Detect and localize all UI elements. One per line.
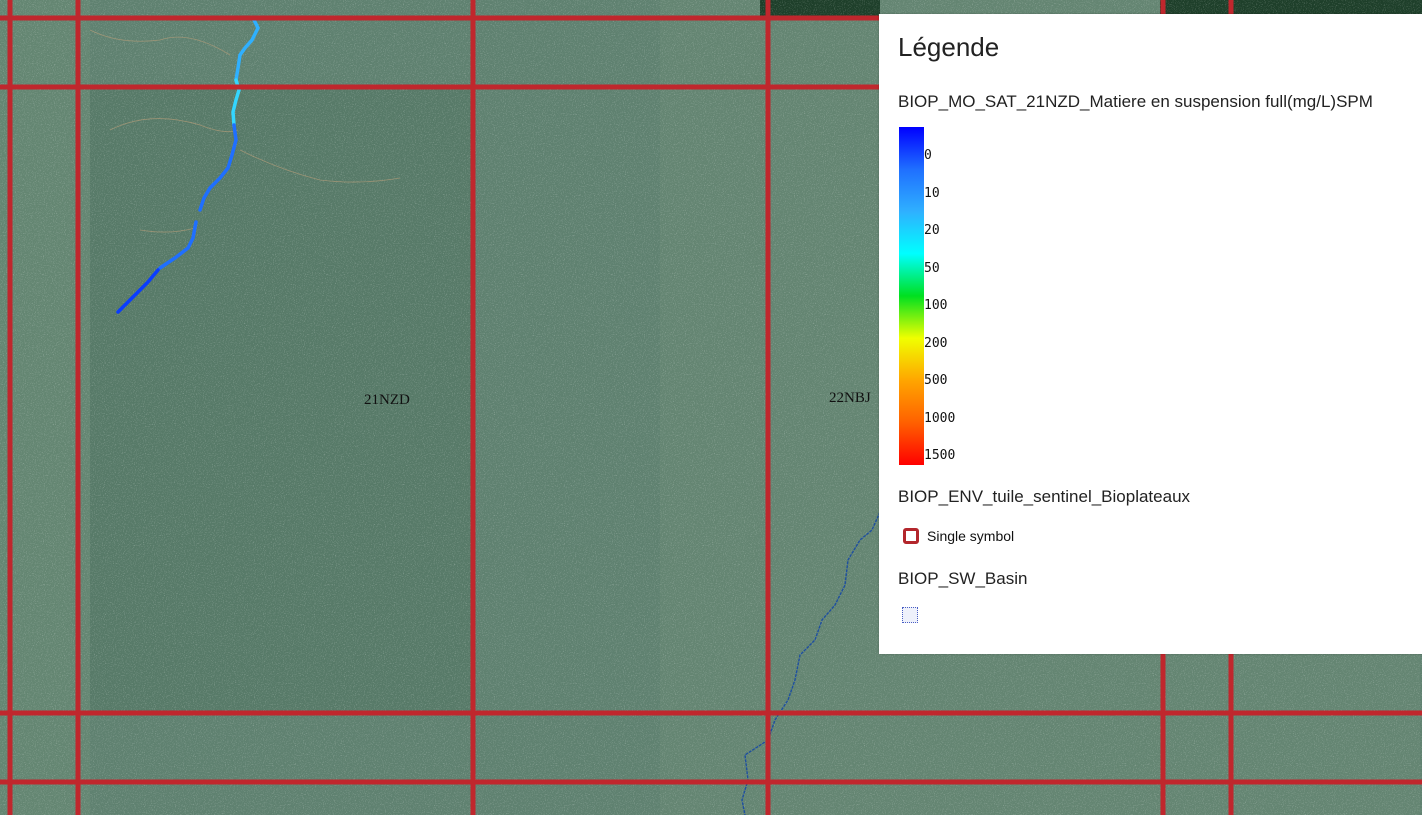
single-symbol-label: Single symbol: [927, 528, 1015, 544]
ramp-label: 500: [924, 373, 948, 388]
ramp-label: 10: [924, 186, 940, 201]
layer-name-sentinel-tiles: BIOP_ENV_tuile_sentinel_Bioplateaux: [898, 487, 1191, 506]
ramp-label: 1500: [924, 448, 956, 463]
legend-panel: Légende BIOP_MO_SAT_21NZD_Matiere en sus…: [879, 14, 1422, 654]
tile-label-21nzd: 21NZD: [364, 392, 410, 408]
layer-name-spm: BIOP_MO_SAT_21NZD_Matiere en suspension …: [898, 92, 1373, 111]
ramp-label: 200: [924, 336, 948, 351]
legend-title: Légende: [898, 32, 1000, 62]
ramp-label: 0: [924, 148, 932, 163]
ramp-label: 50: [924, 261, 940, 276]
ramp-label: 1000: [924, 411, 956, 426]
single-symbol-swatch: [903, 528, 919, 544]
spm-color-ramp: [899, 127, 924, 465]
ramp-label: 100: [924, 298, 948, 313]
tile-label-22nbj: 22NBJ: [829, 390, 871, 406]
layer-name-basin: BIOP_SW_Basin: [898, 569, 1028, 588]
ramp-label: 20: [924, 223, 940, 238]
basin-polygon-swatch: [902, 607, 918, 623]
